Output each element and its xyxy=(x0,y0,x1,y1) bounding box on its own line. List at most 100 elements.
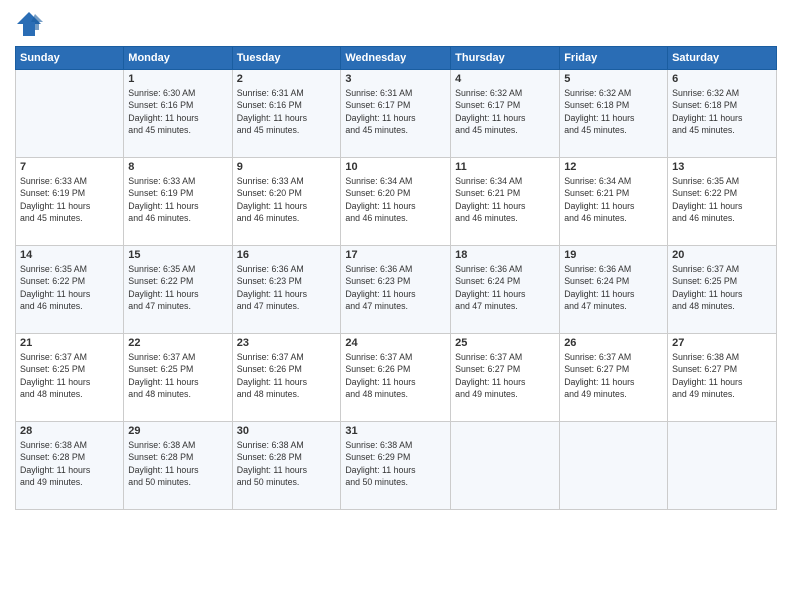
calendar-cell: 24 Sunrise: 6:37 AM Sunset: 6:26 PM Dayli… xyxy=(341,334,451,422)
calendar-cell: 15 Sunrise: 6:35 AM Sunset: 6:22 PM Dayli… xyxy=(124,246,232,334)
calendar-cell: 4 Sunrise: 6:32 AM Sunset: 6:17 PM Daylig… xyxy=(451,70,560,158)
calendar-cell: 9Sunrise: 6:33 AM Sunset: 6:20 PM Daylig… xyxy=(232,158,341,246)
day-info: Sunrise: 6:38 AM Sunset: 6:28 PM Dayligh… xyxy=(20,439,119,488)
day-number: 28 xyxy=(20,425,119,437)
col-header-saturday: Saturday xyxy=(668,47,777,70)
calendar-cell: 18Sunrise: 6:36 AM Sunset: 6:24 PM Dayli… xyxy=(451,246,560,334)
calendar-cell: 7Sunrise: 6:33 AM Sunset: 6:19 PM Daylig… xyxy=(16,158,124,246)
day-number: 13 xyxy=(672,161,772,173)
day-number: 5 xyxy=(564,73,663,85)
day-info: Sunrise: 6:38 AM Sunset: 6:28 PM Dayligh… xyxy=(128,439,227,488)
header xyxy=(15,10,777,38)
calendar-cell: 8 Sunrise: 6:33 AM Sunset: 6:19 PM Daylig… xyxy=(124,158,232,246)
day-number: 15 xyxy=(128,249,227,261)
logo-icon xyxy=(15,10,43,38)
calendar-cell: 21Sunrise: 6:37 AM Sunset: 6:25 PM Dayli… xyxy=(16,334,124,422)
day-number: 17 xyxy=(345,249,446,261)
col-header-sunday: Sunday xyxy=(16,47,124,70)
day-info: Sunrise: 6:37 AM Sunset: 6:26 PM Dayligh… xyxy=(237,351,337,400)
week-row-1: 7Sunrise: 6:33 AM Sunset: 6:19 PM Daylig… xyxy=(16,158,777,246)
day-number: 23 xyxy=(237,337,337,349)
col-header-friday: Friday xyxy=(560,47,668,70)
calendar-cell: 30Sunrise: 6:38 AM Sunset: 6:28 PM Dayli… xyxy=(232,422,341,510)
calendar-table: SundayMondayTuesdayWednesdayThursdayFrid… xyxy=(15,46,777,510)
day-info: Sunrise: 6:34 AM Sunset: 6:20 PM Dayligh… xyxy=(345,175,446,224)
week-row-0: 1 Sunrise: 6:30 AM Sunset: 6:16 PM Daylig… xyxy=(16,70,777,158)
calendar-cell: 26 Sunrise: 6:37 AM Sunset: 6:27 PM Dayli… xyxy=(560,334,668,422)
day-info: Sunrise: 6:33 AM Sunset: 6:19 PM Dayligh… xyxy=(128,175,227,224)
week-row-2: 14Sunrise: 6:35 AM Sunset: 6:22 PM Dayli… xyxy=(16,246,777,334)
day-number: 25 xyxy=(455,337,555,349)
calendar-cell: 27 Sunrise: 6:38 AM Sunset: 6:27 PM Dayli… xyxy=(668,334,777,422)
week-row-4: 28 Sunrise: 6:38 AM Sunset: 6:28 PM Dayli… xyxy=(16,422,777,510)
day-info: Sunrise: 6:37 AM Sunset: 6:27 PM Dayligh… xyxy=(564,351,663,400)
day-info: Sunrise: 6:36 AM Sunset: 6:23 PM Dayligh… xyxy=(237,263,337,312)
day-info: Sunrise: 6:32 AM Sunset: 6:18 PM Dayligh… xyxy=(672,87,772,136)
calendar-cell: 16 Sunrise: 6:36 AM Sunset: 6:23 PM Dayli… xyxy=(232,246,341,334)
day-number: 12 xyxy=(564,161,663,173)
calendar-cell: 1 Sunrise: 6:30 AM Sunset: 6:16 PM Daylig… xyxy=(124,70,232,158)
col-header-wednesday: Wednesday xyxy=(341,47,451,70)
calendar-cell: 6 Sunrise: 6:32 AM Sunset: 6:18 PM Daylig… xyxy=(668,70,777,158)
day-info: Sunrise: 6:30 AM Sunset: 6:16 PM Dayligh… xyxy=(128,87,227,136)
calendar-cell: 10Sunrise: 6:34 AM Sunset: 6:20 PM Dayli… xyxy=(341,158,451,246)
col-header-tuesday: Tuesday xyxy=(232,47,341,70)
day-info: Sunrise: 6:31 AM Sunset: 6:16 PM Dayligh… xyxy=(237,87,337,136)
calendar-cell: 14Sunrise: 6:35 AM Sunset: 6:22 PM Dayli… xyxy=(16,246,124,334)
day-number: 22 xyxy=(128,337,227,349)
day-info: Sunrise: 6:31 AM Sunset: 6:17 PM Dayligh… xyxy=(345,87,446,136)
day-number: 8 xyxy=(128,161,227,173)
calendar-cell: 12 Sunrise: 6:34 AM Sunset: 6:21 PM Dayli… xyxy=(560,158,668,246)
calendar-cell: 28 Sunrise: 6:38 AM Sunset: 6:28 PM Dayli… xyxy=(16,422,124,510)
day-info: Sunrise: 6:37 AM Sunset: 6:25 PM Dayligh… xyxy=(128,351,227,400)
day-info: Sunrise: 6:34 AM Sunset: 6:21 PM Dayligh… xyxy=(564,175,663,224)
day-info: Sunrise: 6:35 AM Sunset: 6:22 PM Dayligh… xyxy=(128,263,227,312)
calendar-cell: 31 Sunrise: 6:38 AM Sunset: 6:29 PM Dayli… xyxy=(341,422,451,510)
calendar-cell: 22 Sunrise: 6:37 AM Sunset: 6:25 PM Dayli… xyxy=(124,334,232,422)
calendar-header-row: SundayMondayTuesdayWednesdayThursdayFrid… xyxy=(16,47,777,70)
col-header-thursday: Thursday xyxy=(451,47,560,70)
calendar-cell: 11 Sunrise: 6:34 AM Sunset: 6:21 PM Dayli… xyxy=(451,158,560,246)
day-info: Sunrise: 6:34 AM Sunset: 6:21 PM Dayligh… xyxy=(455,175,555,224)
calendar-cell xyxy=(560,422,668,510)
col-header-monday: Monday xyxy=(124,47,232,70)
day-number: 1 xyxy=(128,73,227,85)
day-number: 24 xyxy=(345,337,446,349)
calendar-cell xyxy=(451,422,560,510)
calendar-cell: 2Sunrise: 6:31 AM Sunset: 6:16 PM Daylig… xyxy=(232,70,341,158)
day-info: Sunrise: 6:32 AM Sunset: 6:17 PM Dayligh… xyxy=(455,87,555,136)
day-info: Sunrise: 6:36 AM Sunset: 6:24 PM Dayligh… xyxy=(455,263,555,312)
calendar-cell xyxy=(668,422,777,510)
day-number: 19 xyxy=(564,249,663,261)
day-info: Sunrise: 6:38 AM Sunset: 6:27 PM Dayligh… xyxy=(672,351,772,400)
day-number: 30 xyxy=(237,425,337,437)
day-info: Sunrise: 6:32 AM Sunset: 6:18 PM Dayligh… xyxy=(564,87,663,136)
day-number: 6 xyxy=(672,73,772,85)
day-info: Sunrise: 6:37 AM Sunset: 6:25 PM Dayligh… xyxy=(672,263,772,312)
day-number: 26 xyxy=(564,337,663,349)
calendar-cell: 17 Sunrise: 6:36 AM Sunset: 6:23 PM Dayli… xyxy=(341,246,451,334)
day-info: Sunrise: 6:36 AM Sunset: 6:23 PM Dayligh… xyxy=(345,263,446,312)
day-number: 4 xyxy=(455,73,555,85)
day-info: Sunrise: 6:33 AM Sunset: 6:19 PM Dayligh… xyxy=(20,175,119,224)
calendar-cell: 19Sunrise: 6:36 AM Sunset: 6:24 PM Dayli… xyxy=(560,246,668,334)
calendar-cell: 29Sunrise: 6:38 AM Sunset: 6:28 PM Dayli… xyxy=(124,422,232,510)
page: SundayMondayTuesdayWednesdayThursdayFrid… xyxy=(0,0,792,612)
calendar-cell: 13 Sunrise: 6:35 AM Sunset: 6:22 PM Dayli… xyxy=(668,158,777,246)
calendar-cell: 5 Sunrise: 6:32 AM Sunset: 6:18 PM Daylig… xyxy=(560,70,668,158)
day-number: 31 xyxy=(345,425,446,437)
day-number: 21 xyxy=(20,337,119,349)
day-info: Sunrise: 6:37 AM Sunset: 6:26 PM Dayligh… xyxy=(345,351,446,400)
day-number: 27 xyxy=(672,337,772,349)
day-number: 11 xyxy=(455,161,555,173)
day-number: 9 xyxy=(237,161,337,173)
logo xyxy=(15,10,47,38)
calendar-cell xyxy=(16,70,124,158)
day-info: Sunrise: 6:35 AM Sunset: 6:22 PM Dayligh… xyxy=(672,175,772,224)
week-row-3: 21 Sunrise: 6:37 AM Sunset: 6:25 PM Dayli… xyxy=(16,334,777,422)
calendar-cell: 23 Sunrise: 6:37 AM Sunset: 6:26 PM Dayli… xyxy=(232,334,341,422)
calendar-cell: 3Sunrise: 6:31 AM Sunset: 6:17 PM Daylig… xyxy=(341,70,451,158)
day-info: Sunrise: 6:38 AM Sunset: 6:29 PM Dayligh… xyxy=(345,439,446,488)
day-info: Sunrise: 6:35 AM Sunset: 6:22 PM Dayligh… xyxy=(20,263,119,312)
day-number: 16 xyxy=(237,249,337,261)
